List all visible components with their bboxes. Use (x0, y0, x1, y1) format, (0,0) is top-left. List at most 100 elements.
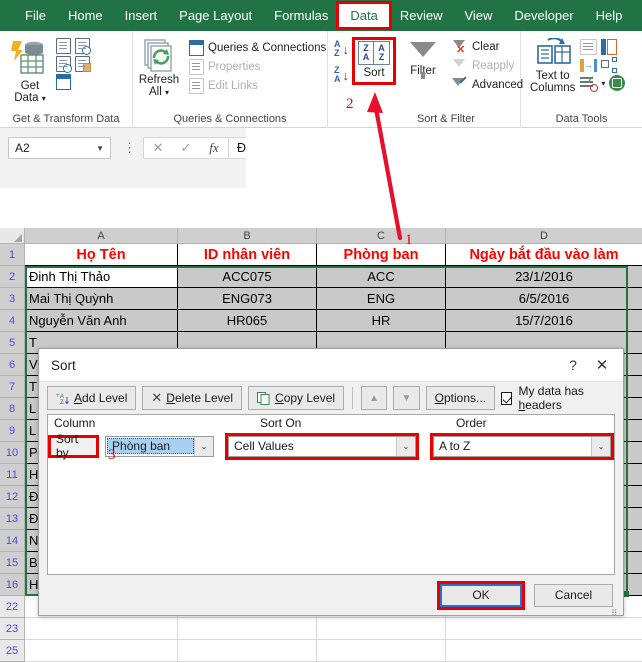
chevron-down-icon[interactable]: ⌄ (396, 437, 415, 456)
tab-view[interactable]: View (453, 4, 503, 27)
close-icon[interactable]: ✕ (587, 356, 617, 374)
chevron-down-icon[interactable]: ⌄ (591, 437, 610, 456)
row-header-25[interactable]: 25 (0, 640, 25, 662)
data-validation-icon[interactable]: ✓ (580, 75, 597, 91)
cell-d4[interactable]: 15/7/2016 (446, 310, 642, 332)
row-header-7[interactable]: 7 (0, 376, 25, 398)
enter-entry-icon[interactable]: ✓ (172, 140, 200, 156)
row-header-13[interactable]: 13 (0, 508, 25, 530)
copy-level-button[interactable]: Copy Level (248, 386, 344, 410)
column-header-b[interactable]: B (178, 228, 317, 243)
add-level-button[interactable]: + A Z Add Level (47, 386, 136, 410)
from-recent-sources-icon[interactable] (75, 38, 90, 54)
chevron-down-icon[interactable]: ⌄ (194, 437, 213, 456)
row-header-10[interactable]: 10 (0, 442, 25, 464)
header-cell-c1[interactable]: Phòng ban (317, 244, 446, 266)
existing-connections-icon[interactable] (56, 74, 71, 90)
options-button[interactable]: Options... (426, 386, 495, 410)
from-web-icon[interactable] (56, 56, 71, 72)
row-header-22[interactable]: 22 (0, 596, 25, 618)
my-data-has-headers-checkbox[interactable]: My data has headers (501, 384, 615, 412)
cell-d3[interactable]: 6/5/2016 (446, 288, 642, 310)
sort-z-to-a-button[interactable]: ZA↓ (334, 66, 349, 84)
cancel-button[interactable]: Cancel (534, 584, 613, 607)
cell-c25[interactable] (317, 640, 446, 662)
resize-grip-icon[interactable] (611, 603, 621, 613)
insert-function-icon[interactable]: fx (200, 140, 228, 156)
tab-file[interactable]: File (14, 4, 57, 27)
delete-level-button[interactable]: ✕ Delete Level (142, 386, 242, 410)
from-text-csv-icon[interactable] (56, 38, 71, 54)
tab-formulas[interactable]: Formulas (263, 4, 339, 27)
cell-c4[interactable]: HR (317, 310, 446, 332)
advanced-button[interactable]: Advanced (449, 77, 526, 93)
cell-a3[interactable]: Mai Thị Quỳnh (25, 288, 178, 310)
row-header-1[interactable]: 1 (0, 244, 25, 266)
row-header-3[interactable]: 3 (0, 288, 25, 310)
clear-button[interactable]: ✕ Clear (449, 39, 526, 55)
tab-page-layout[interactable]: Page Layout (168, 4, 263, 27)
row-header-12[interactable]: 12 (0, 486, 25, 508)
select-all-corner[interactable] (0, 228, 25, 243)
ok-button[interactable]: OK (440, 584, 522, 607)
cell-c2[interactable]: ACC (317, 266, 446, 288)
row-header-23[interactable]: 23 (0, 618, 25, 640)
name-box-chevron-down-icon[interactable]: ▼ (96, 144, 104, 153)
cell-b23[interactable] (178, 618, 317, 640)
remove-duplicates-icon[interactable]: → (580, 57, 597, 73)
cell-d2[interactable]: 23/1/2016 (446, 266, 642, 288)
sort-dialog-titlebar[interactable]: Sort ? ✕ (39, 349, 623, 382)
header-cell-d1[interactable]: Ngày bắt đầu vào làm (446, 244, 642, 266)
cell-c3[interactable]: ENG (317, 288, 446, 310)
cell-d23[interactable] (446, 618, 642, 640)
cell-b4[interactable]: HR065 (178, 310, 317, 332)
tab-home[interactable]: Home (57, 4, 114, 27)
cell-b3[interactable]: ENG073 (178, 288, 317, 310)
order-select[interactable]: A to Z ⌄ (433, 436, 611, 457)
text-to-columns-button[interactable]: Text to Columns (525, 36, 580, 97)
consolidate-icon[interactable] (601, 39, 617, 55)
cancel-entry-icon[interactable]: ✕ (144, 140, 172, 156)
queries-connections-button[interactable]: Queries & Connections (186, 39, 329, 57)
row-header-6[interactable]: 6 (0, 354, 25, 376)
row-header-4[interactable]: 4 (0, 310, 25, 332)
row-header-8[interactable]: 8 (0, 398, 25, 420)
name-box[interactable]: A2 ▼ (8, 137, 111, 159)
help-icon[interactable]: ? (559, 357, 587, 373)
row-header-9[interactable]: 9 (0, 420, 25, 442)
cell-b2[interactable]: ACC075 (178, 266, 317, 288)
sort-by-column-select[interactable]: Phòng ban ⌄ (105, 436, 214, 457)
tab-insert[interactable]: Insert (114, 4, 169, 27)
row-header-11[interactable]: 11 (0, 464, 25, 486)
sort-a-to-z-button[interactable]: AZ↓ (334, 40, 349, 58)
cell-c23[interactable] (317, 618, 446, 640)
cell-a4[interactable]: Nguyễn Văn Anh (25, 310, 178, 332)
refresh-all-button[interactable]: Refresh All ▾ (137, 36, 181, 101)
manage-data-model-icon[interactable] (609, 75, 625, 91)
cell-a23[interactable] (25, 618, 178, 640)
row-header-16[interactable]: 16 (0, 574, 25, 596)
row-header-5[interactable]: 5 (0, 332, 25, 354)
from-table-range-icon[interactable] (75, 56, 90, 72)
tab-help[interactable]: Help (585, 4, 634, 27)
header-cell-a1[interactable]: Họ Tên (25, 244, 178, 266)
tab-review[interactable]: Review (389, 4, 454, 27)
row-header-15[interactable]: 15 (0, 552, 25, 574)
move-down-button[interactable]: ▼ (393, 386, 419, 410)
cell-a2[interactable]: Đinh Thị Thảo (25, 266, 178, 288)
cell-b25[interactable] (178, 640, 317, 662)
cell-d25[interactable] (446, 640, 642, 662)
row-header-2[interactable]: 2 (0, 266, 25, 288)
column-header-c[interactable]: C (317, 228, 446, 243)
tab-developer[interactable]: Developer (503, 4, 584, 27)
sort-on-select[interactable]: Cell Values ⌄ (228, 436, 416, 457)
row-header-14[interactable]: 14 (0, 530, 25, 552)
get-data-button[interactable]: Get Data ▾ (4, 36, 56, 107)
sort-button[interactable]: ZA AZ Sort (352, 37, 396, 85)
tab-data[interactable]: Data (339, 4, 388, 27)
move-up-button[interactable]: ▲ (361, 386, 387, 410)
column-header-d[interactable]: D (446, 228, 642, 243)
filter-button[interactable]: Filter (401, 38, 445, 80)
header-cell-b1[interactable]: ID nhân viên (178, 244, 317, 266)
cell-a25[interactable] (25, 640, 178, 662)
